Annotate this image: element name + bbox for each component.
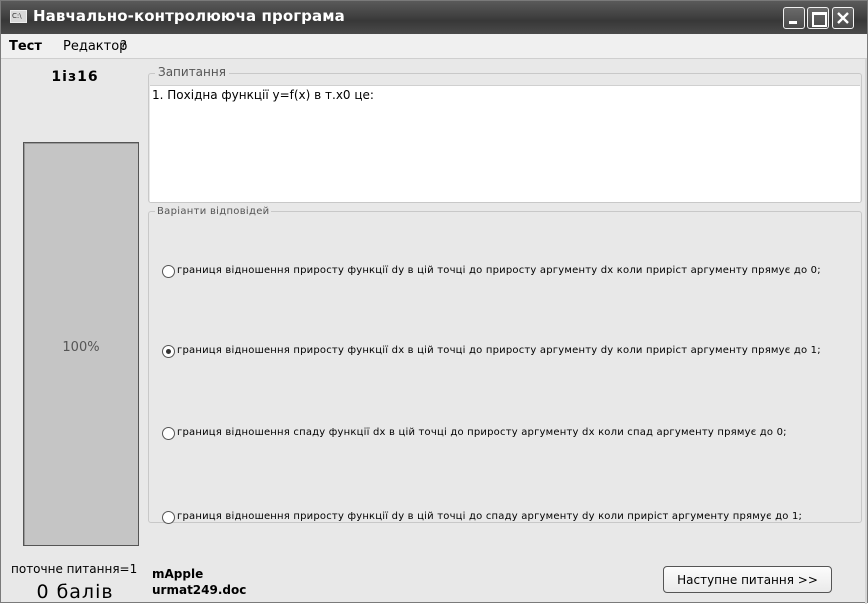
- answers-group: Варіанти відповідей границя відношення п…: [148, 206, 862, 524]
- window-edge: [865, 59, 867, 604]
- maximize-button[interactable]: [807, 7, 829, 29]
- answer-option-label: границя відношення спаду функції dx в ці…: [177, 427, 787, 438]
- menu-help[interactable]: ?: [120, 39, 127, 54]
- question-legend: Запитання: [155, 65, 229, 79]
- answers-legend: Варіанти відповідей: [155, 206, 272, 217]
- window-title: Навчально-контролююча програма: [33, 7, 345, 25]
- next-question-button[interactable]: Наступне питання >>: [663, 566, 832, 593]
- answer-option-label: границя відношення приросту функції dy в…: [177, 511, 803, 522]
- minimize-button[interactable]: [783, 7, 805, 29]
- footer-filename: urmat249.doc: [152, 583, 247, 597]
- progress-bar: 100%: [23, 142, 139, 546]
- question-text: 1. Похідна функції y=f(x) в т.x0 це:: [152, 88, 374, 102]
- radio-button[interactable]: [162, 511, 175, 524]
- title-bar[interactable]: C:\ Навчально-контролююча програма: [1, 1, 867, 34]
- app-window: C:\ Навчально-контролююча програма Тест …: [0, 0, 868, 604]
- score-label: 0 балів: [36, 581, 114, 603]
- current-question-status: поточне питання=1: [11, 562, 138, 576]
- menu-bar: Тест Редактор ?: [1, 34, 867, 59]
- menu-test[interactable]: Тест: [9, 39, 42, 54]
- progress-panel: 1із16 100% поточне питання=1 0 балів: [5, 59, 145, 604]
- close-icon: [837, 12, 849, 24]
- radio-button[interactable]: [162, 265, 175, 278]
- footer-author: mApple: [152, 567, 204, 581]
- progress-percent: 100%: [62, 340, 100, 355]
- radio-button[interactable]: [162, 427, 175, 440]
- question-text-area: 1. Похідна функції y=f(x) в т.x0 це:: [150, 85, 860, 202]
- answer-option-label: границя відношення приросту функції dy в…: [177, 265, 821, 276]
- app-icon: C:\: [10, 10, 27, 23]
- question-group: Запитання 1. Похідна функції y=f(x) в т.…: [148, 65, 862, 203]
- answer-option-label: границя відношення приросту функції dx в…: [177, 345, 821, 356]
- radio-button[interactable]: [162, 345, 175, 358]
- question-counter: 1із16: [51, 69, 99, 85]
- close-button[interactable]: [832, 7, 854, 29]
- menu-editor[interactable]: Редактор: [63, 39, 127, 54]
